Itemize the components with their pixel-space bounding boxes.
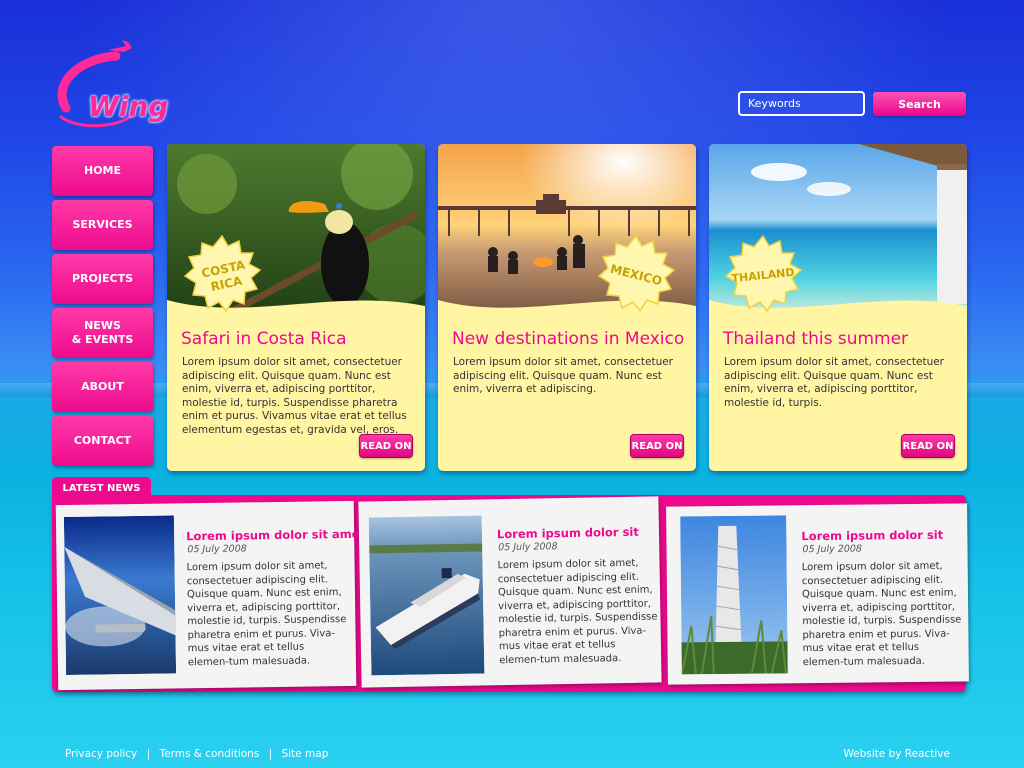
tower-photo [680, 515, 788, 675]
news-item: Lorem ipsum dolor sit 05 July 2008 Lorem… [358, 496, 662, 688]
nav-item-news-events[interactable]: NEWS & EVENTS [52, 308, 153, 358]
footer-separator: | [146, 748, 151, 760]
footer-links: Privacy policy | Terms & conditions | Si… [65, 748, 328, 760]
nav-item-about[interactable]: ABOUT [52, 362, 153, 412]
news-text: Lorem ipsum dolor sit amet, consectetuer… [497, 557, 658, 666]
feature-text: Lorem ipsum dolor sit amet, consectetuer… [182, 356, 407, 436]
footer-link-privacy[interactable]: Privacy policy [65, 748, 137, 760]
feature-card-thailand: THAILAND Thailand this summer Lorem ipsu… [709, 144, 967, 471]
footer-credit[interactable]: Website by Reactive [843, 748, 950, 760]
news-title[interactable]: Lorem ipsum dolor sit [801, 528, 943, 543]
read-on-button[interactable]: READ ON [630, 434, 684, 458]
nav-item-home[interactable]: HOME [52, 146, 153, 196]
read-on-button[interactable]: READ ON [359, 434, 413, 458]
news-text: Lorem ipsum dolor sit amet, consectetuer… [801, 560, 962, 668]
feature-title[interactable]: Safari in Costa Rica [181, 329, 347, 349]
logo[interactable] [46, 38, 166, 138]
nav-item-services[interactable]: SERVICES [52, 200, 153, 250]
read-on-button[interactable]: READ ON [901, 434, 955, 458]
feature-text: Lorem ipsum dolor sit amet, consectetuer… [453, 356, 673, 395]
search-button[interactable]: Search [873, 92, 966, 116]
news-date: 05 July 2008 [802, 543, 862, 556]
news-item: Lorem ipsum dolor sit 05 July 2008 Lorem… [666, 503, 969, 685]
feature-title[interactable]: New destinations in Mexico [452, 329, 684, 349]
cruise-ship-photo [368, 515, 485, 676]
nav-item-projects[interactable]: PROJECTS [52, 254, 153, 304]
news-date: 05 July 2008 [498, 541, 558, 554]
logo-text: Wing [88, 90, 169, 123]
feature-title[interactable]: Thailand this summer [723, 329, 908, 349]
airplane-wing-photo [63, 515, 177, 675]
main-nav: HOME SERVICES PROJECTS NEWS & EVENTS ABO… [52, 146, 153, 470]
news-date: 05 July 2008 [187, 543, 247, 556]
feature-card-mexico: MEXICO New destinations in Mexico Lorem … [438, 144, 696, 471]
search-input[interactable] [738, 91, 865, 116]
feature-card-costa-rica: COSTA RICA Safari in Costa Rica Lorem ip… [167, 144, 425, 471]
news-text: Lorem ipsum dolor sit amet, consectetuer… [186, 560, 347, 668]
news-item: Lorem ipsum dolor sit amet 05 July 2008 … [55, 500, 365, 691]
footer-separator: | [268, 748, 273, 760]
footer-link-sitemap[interactable]: Site map [282, 748, 329, 760]
nav-item-contact[interactable]: CONTACT [52, 416, 153, 466]
news-title[interactable]: Lorem ipsum dolor sit [497, 525, 639, 541]
news-title[interactable]: Lorem ipsum dolor sit amet [186, 527, 365, 543]
plane-swoosh-icon [57, 40, 132, 128]
footer-link-terms[interactable]: Terms & conditions [160, 748, 260, 760]
feature-text: Lorem ipsum dolor sit amet, consectetuer… [724, 356, 944, 409]
